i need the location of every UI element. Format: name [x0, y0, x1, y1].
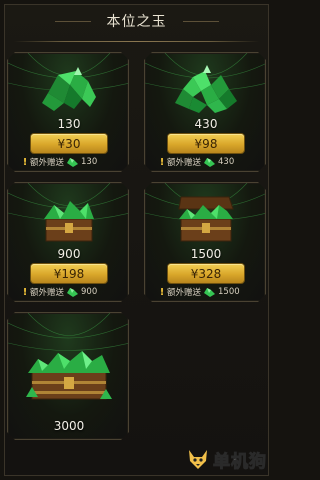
bonus-label: 额外赠送 — [30, 158, 65, 168]
gem-icon — [203, 157, 216, 168]
product-card-3000[interactable]: 3000 — [7, 312, 129, 440]
title-bar: 本位之玉 — [0, 0, 273, 42]
gem-icon — [66, 157, 79, 168]
product-card-900[interactable]: 900 ¥198 ! 额外赠送 900 — [7, 182, 129, 302]
gem-icon — [203, 287, 216, 298]
gem-amount: 130 — [57, 117, 81, 131]
bonus-label: 额外赠送 — [167, 288, 202, 298]
product-card-1500[interactable]: 1500 ¥328 ! 额外赠送 1500 — [144, 182, 266, 302]
gem-chest-open-icon — [171, 193, 241, 245]
buy-button[interactable]: ¥328 — [168, 264, 244, 283]
exclamation-icon: ! — [22, 286, 28, 298]
gem-amount: 1500 — [190, 247, 222, 261]
gem-amount: 3000 — [53, 419, 85, 433]
bonus-amount: 1500 — [218, 287, 240, 297]
watermark: 单机狗 — [185, 446, 267, 472]
gem-pile-small-icon — [34, 63, 104, 115]
gem-pile-large-icon — [171, 63, 241, 115]
page-title: 本位之玉 — [54, 7, 219, 35]
bonus-info: ! 额外赠送 900 — [22, 286, 97, 298]
watermark-text: 单机狗 — [213, 451, 267, 472]
dog-logo-icon — [189, 450, 207, 469]
bonus-amount: 130 — [81, 157, 98, 167]
buy-button[interactable]: ¥198 — [31, 264, 107, 283]
buy-button[interactable]: ¥98 — [168, 134, 244, 153]
exclamation-icon: ! — [22, 156, 28, 168]
gem-amount: 430 — [194, 117, 218, 131]
gem-chest-large-icon — [24, 341, 114, 403]
gem-icon — [66, 287, 79, 298]
gem-amount: 900 — [57, 247, 81, 261]
exclamation-icon: ! — [159, 156, 165, 168]
bonus-label: 额外赠送 — [30, 288, 65, 298]
bonus-info: ! 额外赠送 430 — [159, 156, 234, 168]
bonus-amount: 430 — [218, 157, 235, 167]
exclamation-icon: ! — [159, 286, 165, 298]
product-card-430[interactable]: 430 ¥98 ! 额外赠送 430 — [144, 52, 266, 172]
bonus-info: ! 额外赠送 1500 — [159, 286, 240, 298]
product-card-130[interactable]: 130 ¥30 ! 额外赠送 130 — [7, 52, 129, 172]
bonus-info: ! 额外赠送 130 — [22, 156, 97, 168]
gem-chest-small-icon — [34, 193, 104, 245]
buy-button[interactable]: ¥30 — [31, 134, 107, 153]
bonus-amount: 900 — [81, 287, 98, 297]
bonus-label: 额外赠送 — [167, 158, 202, 168]
